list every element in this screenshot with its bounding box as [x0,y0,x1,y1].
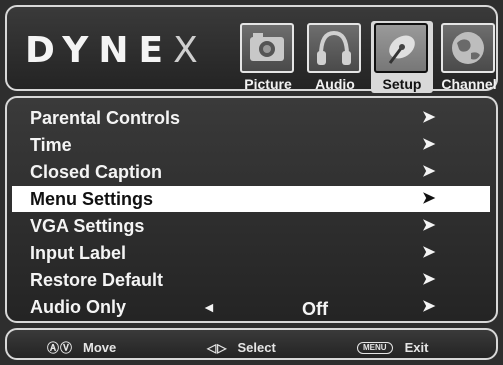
menu-item-vga-settings[interactable]: VGA Settings ➤ [12,213,490,239]
menu-item-parental-controls[interactable]: Parental Controls ➤ [12,105,490,131]
globe-icon [441,23,495,73]
tv-osd-frame: DYNEX Picture Audio Setup Channel Parent… [0,0,503,365]
tab-picture-label: Picture [244,76,292,92]
header-panel: DYNEX Picture Audio Setup Channel [5,5,500,93]
menu-item-audio-only[interactable]: Audio Only ◄ Off ➤ [12,294,490,320]
submenu-arrow-icon: ➤ [422,190,436,207]
submenu-arrow-icon: ➤ [422,109,436,126]
logo-x: X [173,30,198,71]
menu-item-menu-settings[interactable]: Menu Settings ➤ [12,186,490,212]
left-right-buttons-icon: ◁▷ [207,341,228,355]
menu-item-label: VGA Settings [30,216,145,236]
value-left-arrow-icon[interactable]: ◄ [202,294,216,320]
tab-setup[interactable]: Setup [371,21,433,93]
tab-audio-label: Audio [315,76,355,92]
submenu-arrow-icon: ➤ [422,244,436,261]
menu-item-time[interactable]: Time ➤ [12,132,490,158]
menu-item-closed-caption[interactable]: Closed Caption ➤ [12,159,490,185]
hint-move: ⒶⓋ Move [47,340,116,356]
tab-channel-label: Channel [441,76,497,92]
satellite-dish-icon [374,23,428,73]
audio-only-value: Off [302,299,328,319]
menu-item-label: Parental Controls [30,108,181,128]
menu-item-label: Menu Settings [30,189,154,209]
submenu-arrow-icon: ➤ [422,136,436,153]
menu-item-label: Time [30,135,72,155]
footer-hint-bar: ⒶⓋ Move ◁▷ Select MENU Exit [5,328,498,360]
submenu-arrow-icon: ➤ [422,163,436,180]
headphones-icon [307,23,361,73]
menu-item-input-label[interactable]: Input Label ➤ [12,240,490,266]
hint-exit-label: Exit [404,340,429,355]
hint-exit: MENU Exit [357,340,428,356]
value-right-arrow-icon[interactable]: ➤ [422,294,435,320]
menu-item-label: Closed Caption [30,162,163,182]
submenu-arrow-icon: ➤ [422,217,436,234]
menu-item-label: Restore Default [30,270,164,290]
tab-channel[interactable]: Channel [438,21,500,93]
menu-item-label: Audio Only [30,297,126,317]
hint-select: ◁▷ Select [207,340,276,356]
menu-key-icon: MENU [357,342,393,354]
logo-letters: DYNE [25,30,174,71]
tab-audio[interactable]: Audio [304,21,366,93]
dynex-logo: DYNEX [25,33,198,69]
camera-icon [240,23,294,73]
up-down-buttons-icon: ⒶⓋ [47,341,74,355]
hint-move-label: Move [83,340,117,355]
menu-item-restore-default[interactable]: Restore Default ➤ [12,267,490,293]
submenu-arrow-icon: ➤ [422,271,436,288]
menu-item-label: Input Label [30,243,126,263]
hint-select-label: Select [237,340,276,355]
tab-setup-label: Setup [382,76,422,92]
tab-picture[interactable]: Picture [237,21,299,93]
